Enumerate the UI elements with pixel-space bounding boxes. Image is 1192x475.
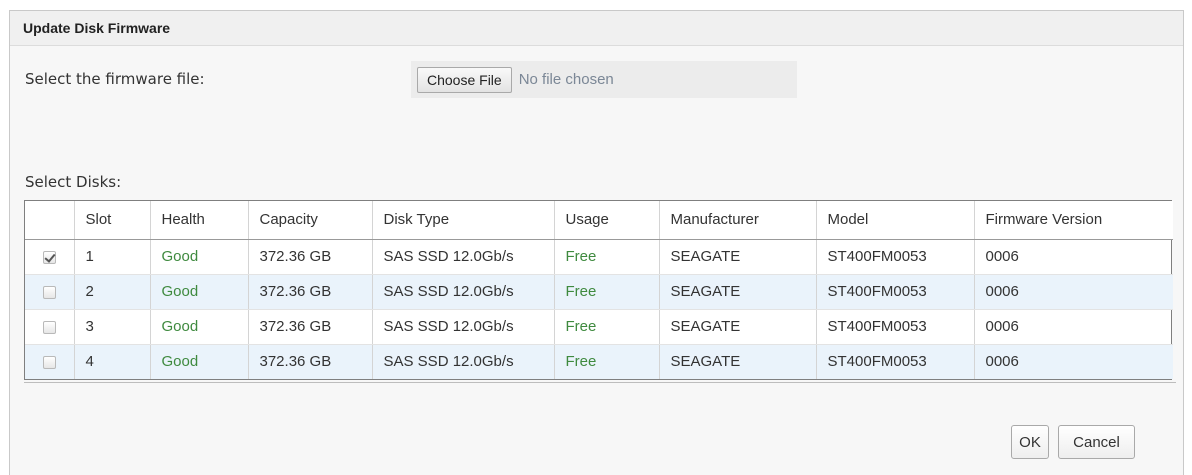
capacity-cell: 372.36 GB bbox=[248, 344, 373, 379]
slot-cell: 2 bbox=[74, 274, 151, 310]
health-cell: Good bbox=[150, 344, 249, 379]
select-cell[interactable] bbox=[25, 309, 75, 345]
update-disk-firmware-dialog: Update Disk Firmware Select the firmware… bbox=[9, 10, 1184, 475]
dialog-title: Update Disk Firmware bbox=[10, 11, 1183, 46]
column-header-usage[interactable]: Usage bbox=[554, 201, 660, 240]
select-cell[interactable] bbox=[25, 274, 75, 310]
usage-cell: Free bbox=[554, 309, 660, 345]
usage-cell: Free bbox=[554, 274, 660, 310]
column-header-select bbox=[25, 201, 75, 240]
disk-type-cell: SAS SSD 12.0Gb/s bbox=[372, 274, 555, 310]
firmware-file-label: Select the firmware file: bbox=[25, 70, 205, 88]
slot-cell: 4 bbox=[74, 344, 151, 379]
table-row[interactable]: 1 Good 372.36 GB SAS SSD 12.0Gb/s Free S… bbox=[25, 239, 1173, 275]
column-header-capacity[interactable]: Capacity bbox=[248, 201, 373, 240]
disk-checkbox[interactable] bbox=[42, 285, 56, 299]
health-cell: Good bbox=[150, 309, 249, 345]
capacity-cell: 372.36 GB bbox=[248, 239, 373, 275]
table-header-row: Slot Health Capacity Disk Type Usage Man… bbox=[25, 201, 1173, 240]
disk-type-cell: SAS SSD 12.0Gb/s bbox=[372, 344, 555, 379]
disk-checkbox[interactable] bbox=[42, 320, 56, 334]
disk-checkbox[interactable] bbox=[42, 250, 56, 264]
usage-cell: Free bbox=[554, 344, 660, 379]
disk-type-cell: SAS SSD 12.0Gb/s bbox=[372, 309, 555, 345]
select-cell[interactable] bbox=[25, 239, 75, 275]
table-row[interactable]: 3 Good 372.36 GB SAS SSD 12.0Gb/s Free S… bbox=[25, 309, 1173, 345]
column-header-model[interactable]: Model bbox=[816, 201, 975, 240]
column-header-firmware-version[interactable]: Firmware Version bbox=[974, 201, 1173, 240]
slot-cell: 1 bbox=[74, 239, 151, 275]
firmware-cell: 0006 bbox=[974, 344, 1173, 379]
firmware-cell: 0006 bbox=[974, 309, 1173, 345]
file-status-text: No file chosen bbox=[518, 71, 614, 88]
manufacturer-cell: SEAGATE bbox=[659, 239, 817, 275]
manufacturer-cell: SEAGATE bbox=[659, 309, 817, 345]
footer-divider bbox=[24, 382, 1176, 383]
disk-checkbox[interactable] bbox=[42, 355, 56, 369]
model-cell: ST400FM0053 bbox=[816, 239, 975, 275]
manufacturer-cell: SEAGATE bbox=[659, 274, 817, 310]
firmware-cell: 0006 bbox=[974, 239, 1173, 275]
capacity-cell: 372.36 GB bbox=[248, 309, 373, 345]
disks-table: Slot Health Capacity Disk Type Usage Man… bbox=[24, 200, 1173, 380]
cancel-button[interactable]: Cancel bbox=[1058, 425, 1135, 459]
column-header-manufacturer[interactable]: Manufacturer bbox=[659, 201, 817, 240]
model-cell: ST400FM0053 bbox=[816, 309, 975, 345]
table-row[interactable]: 2 Good 372.36 GB SAS SSD 12.0Gb/s Free S… bbox=[25, 274, 1173, 310]
disk-type-cell: SAS SSD 12.0Gb/s bbox=[372, 239, 555, 275]
capacity-cell: 372.36 GB bbox=[248, 274, 373, 310]
dialog-body: Select the firmware file: Choose File No… bbox=[10, 46, 1183, 475]
column-header-disk-type[interactable]: Disk Type bbox=[372, 201, 555, 240]
usage-cell: Free bbox=[554, 239, 660, 275]
ok-button[interactable]: OK bbox=[1011, 425, 1049, 459]
column-header-slot[interactable]: Slot bbox=[74, 201, 151, 240]
firmware-cell: 0006 bbox=[974, 274, 1173, 310]
health-cell: Good bbox=[150, 239, 249, 275]
select-disks-label: Select Disks: bbox=[25, 173, 122, 191]
manufacturer-cell: SEAGATE bbox=[659, 344, 817, 379]
slot-cell: 3 bbox=[74, 309, 151, 345]
column-header-health[interactable]: Health bbox=[150, 201, 249, 240]
health-cell: Good bbox=[150, 274, 249, 310]
choose-file-button[interactable]: Choose File bbox=[417, 66, 512, 93]
firmware-file-input[interactable]: Choose File No file chosen bbox=[411, 61, 797, 98]
select-cell[interactable] bbox=[25, 344, 75, 379]
table-row[interactable]: 4 Good 372.36 GB SAS SSD 12.0Gb/s Free S… bbox=[25, 344, 1173, 379]
model-cell: ST400FM0053 bbox=[816, 344, 975, 379]
model-cell: ST400FM0053 bbox=[816, 274, 975, 310]
